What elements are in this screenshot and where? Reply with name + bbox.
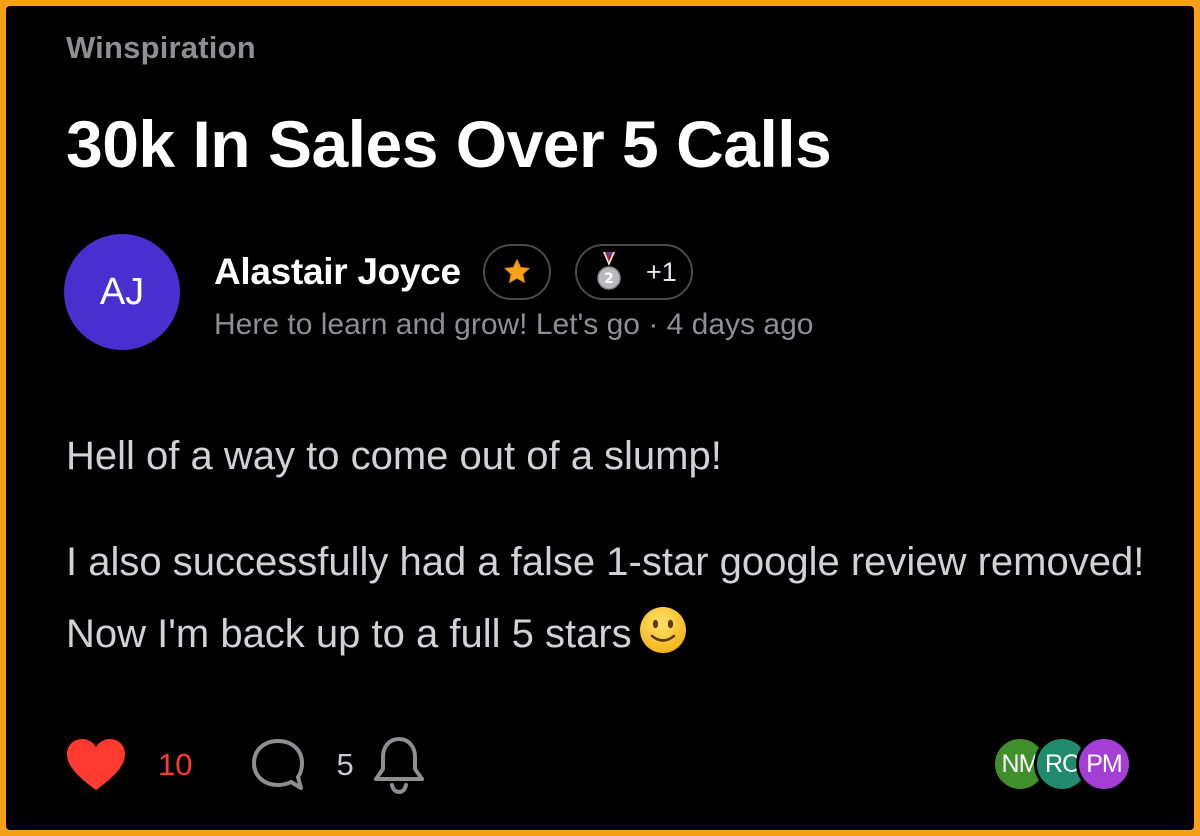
comment-icon[interactable] <box>250 737 306 793</box>
paragraph-text: I also successfully had a false 1-star g… <box>66 540 1145 656</box>
author-row: Alastair Joyce 2 +1 <box>214 242 717 302</box>
author-initials: AJ <box>99 270 145 313</box>
post-actions: 10 5 <box>66 730 426 800</box>
svg-text:2: 2 <box>604 271 614 287</box>
bell-icon[interactable] <box>372 735 426 795</box>
author-name[interactable]: Alastair Joyce <box>214 251 461 293</box>
star-badge[interactable] <box>482 244 551 300</box>
post-timestamp: 4 days ago <box>666 308 814 341</box>
author-avatar[interactable]: AJ <box>64 234 180 350</box>
comment-count[interactable]: 5 <box>336 747 353 783</box>
participant-avatars[interactable]: NM RC PM <box>992 736 1132 792</box>
post-category[interactable]: Winspiration <box>66 30 256 66</box>
author-bio: Here to learn and grow! Let's go <box>214 308 640 341</box>
separator-dot: · <box>648 308 667 341</box>
post-card: Winspiration 30k In Sales Over 5 Calls A… <box>6 6 1194 830</box>
heart-icon[interactable] <box>66 738 126 792</box>
post-paragraph: Hell of a way to come out of a slump! <box>66 434 722 478</box>
like-count[interactable]: 10 <box>158 747 192 783</box>
post-title: 30k In Sales Over 5 Calls <box>66 107 832 181</box>
silver-medal-icon: 2 <box>596 252 621 290</box>
participant-avatar[interactable]: PM <box>1076 736 1132 792</box>
star-icon <box>504 259 530 283</box>
slightly-smiling-face-icon <box>638 605 688 678</box>
badge-count: +1 <box>645 256 677 287</box>
medal-badge[interactable]: 2 +1 <box>574 244 693 300</box>
author-subline: Here to learn and grow! Let's go · 4 day… <box>214 308 813 342</box>
post-paragraph: I also successfully had a false 1-star g… <box>66 526 1156 678</box>
